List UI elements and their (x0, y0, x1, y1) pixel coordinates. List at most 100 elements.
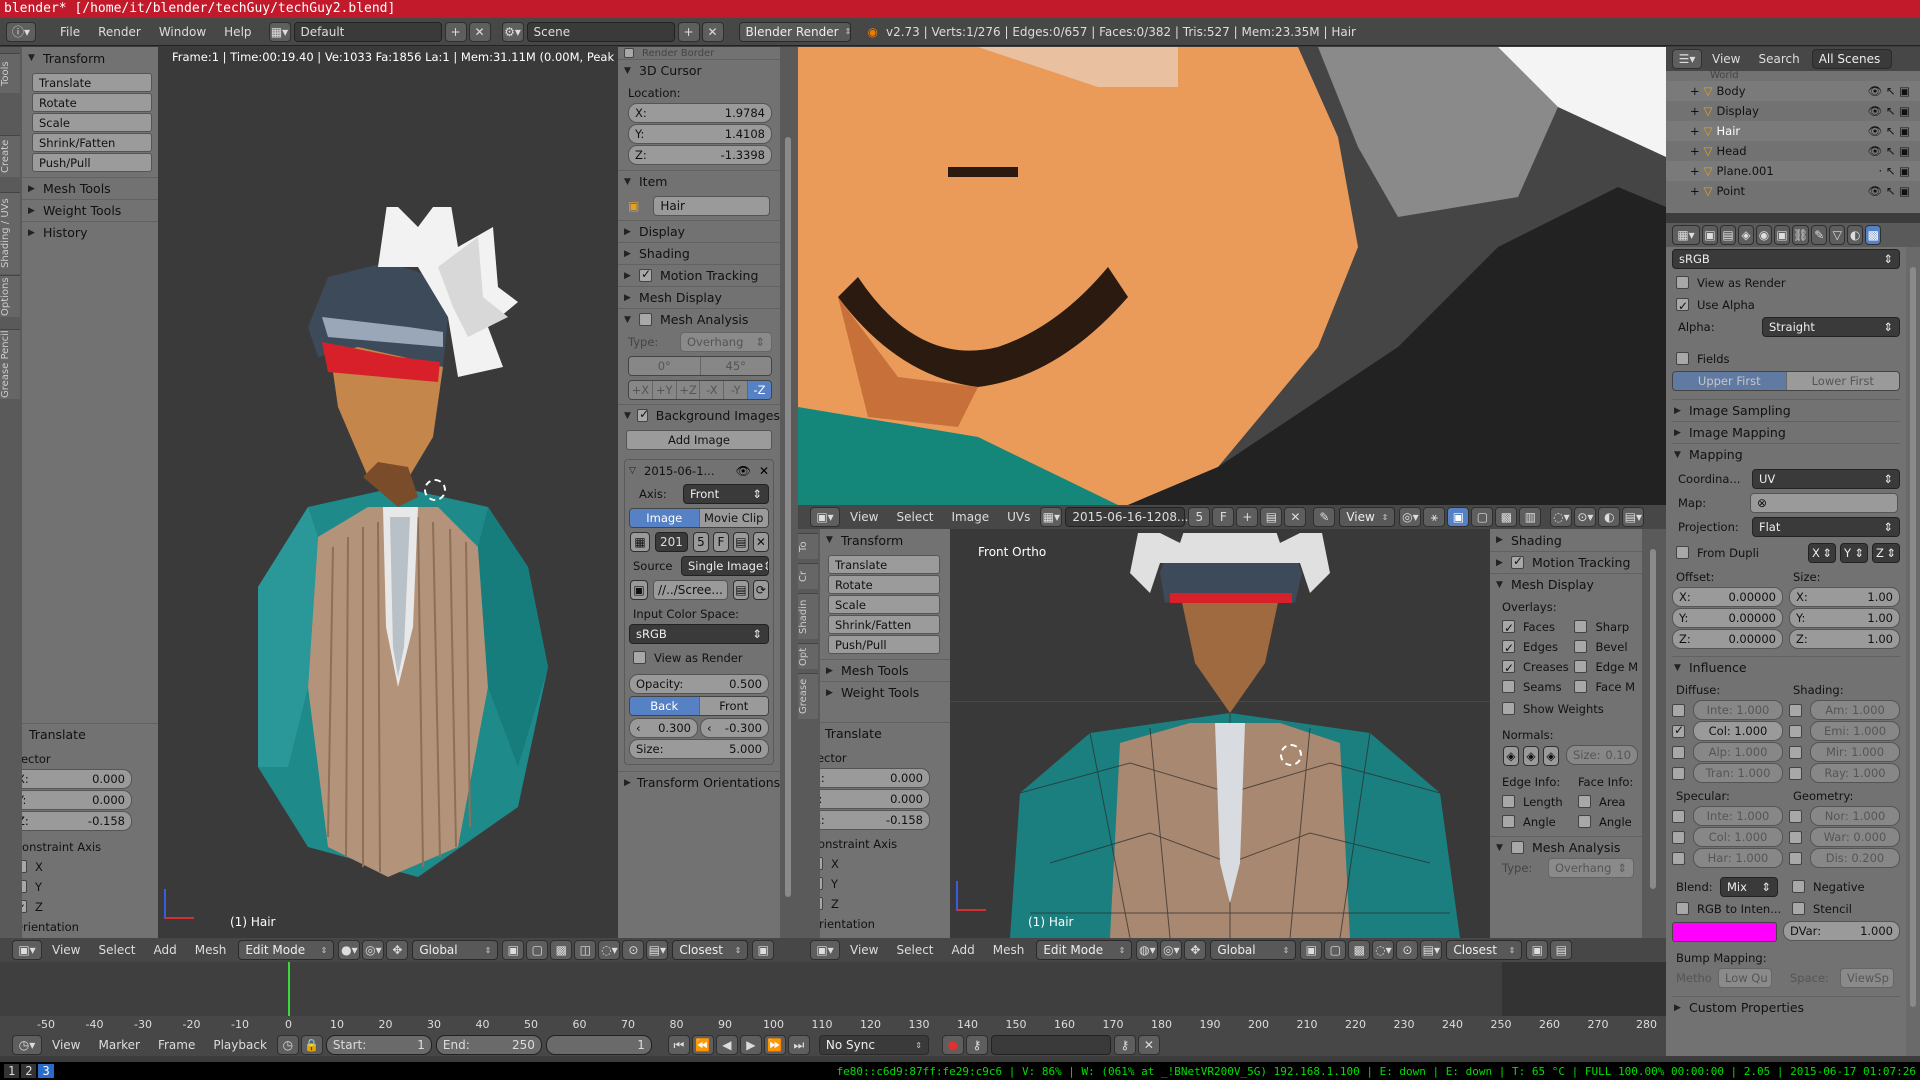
timeline[interactable]: -50 -40 -30 -20 -10 0 10 20 30 40 50 60 70 80 90 100 110… (0, 962, 1666, 1034)
ambient-field[interactable]: Am: 1.000 (1810, 700, 1900, 720)
texture-tab-icon[interactable]: ▩ (1865, 225, 1882, 245)
influence-header[interactable]: ▼ Influence (1672, 656, 1900, 678)
tab-shading-2[interactable]: Shadin (798, 593, 818, 639)
display-header[interactable]: ▶ Display (618, 220, 780, 242)
face-select-icon[interactable]: ▩ (1495, 507, 1518, 527)
tab-options[interactable]: Options (0, 275, 20, 317)
menu-view[interactable]: View (43, 1038, 89, 1052)
render-tab-icon[interactable]: ▣ (1702, 225, 1718, 245)
image-path-field[interactable]: //../Scree... (653, 580, 728, 600)
fields-check[interactable]: Fields (1672, 349, 1900, 369)
sharp-check[interactable]: Sharp (1574, 617, 1638, 637)
shading-header-2[interactable]: ▶ Shading (1490, 529, 1642, 551)
viewport-3d-right[interactable]: Front Ortho (1) Hair (950, 529, 1490, 938)
map-y-select[interactable]: Y ⇕ (1840, 543, 1868, 563)
image-browse-icon[interactable]: ▦ (630, 532, 650, 552)
uv-sync-icon[interactable]: ⚹ (1423, 507, 1446, 527)
area-check[interactable]: Area (1578, 792, 1633, 812)
snap-icon[interactable]: ⊙ (1396, 940, 1419, 960)
workspace-2[interactable]: 2 (21, 1064, 37, 1078)
menu-add[interactable]: Add (943, 943, 984, 957)
menu-file[interactable]: File (51, 25, 89, 39)
editor-type-icon[interactable]: ☰▾ (1672, 49, 1702, 69)
jump-start-icon[interactable]: ⏮ (667, 1035, 690, 1055)
properties-scrollbar[interactable] (1906, 247, 1920, 1056)
keying-set-field[interactable] (990, 1035, 1111, 1055)
menu-frame[interactable]: Frame (149, 1038, 204, 1052)
offset-y-field[interactable]: Y: 0.00000 (1672, 608, 1783, 628)
menu-search[interactable]: Search (1749, 52, 1808, 66)
cursor-z-field[interactable]: Z: -1.3398 (628, 145, 772, 165)
preview-range-icon[interactable]: ◷ (276, 1035, 299, 1055)
fake-user-button[interactable]: F (712, 532, 729, 552)
item-header[interactable]: ▼ Item (618, 170, 780, 192)
editor-type-icon[interactable]: ◷▾ (12, 1035, 42, 1055)
vector-y-field[interactable]: Y:0.000 (22, 790, 132, 810)
bg-size-field[interactable]: Size: 5.000 (629, 739, 769, 759)
outliner-item-point[interactable]: + ▽ Point 👁 ↖ ▣ (1666, 181, 1920, 201)
transform-orientations-header[interactable]: ▶ Transform Orientations (618, 771, 780, 793)
start-frame-field[interactable]: Start: 1 (325, 1035, 432, 1055)
menu-view[interactable]: View (841, 510, 887, 524)
tab-create-2[interactable]: Cr (798, 563, 818, 589)
tab-grease-2[interactable]: Grease (798, 673, 818, 719)
normal-field[interactable]: Nor: 1.000 (1810, 806, 1900, 826)
back-front-toggle[interactable]: Back Front (629, 696, 769, 716)
tab-tools[interactable]: Tools (0, 53, 20, 93)
image-sampling-header[interactable]: ▶ Image Sampling (1672, 399, 1900, 421)
angle-range[interactable]: 0° 45° (628, 356, 772, 376)
specular-color-field[interactable]: Col: 1.000 (1693, 827, 1783, 847)
fake-user-button[interactable]: F (1212, 507, 1235, 527)
custom-properties-header[interactable]: ▶ Custom Properties (1672, 996, 1900, 1018)
occlude-icon[interactable]: ◫ (574, 940, 597, 960)
ray-mirror-field[interactable]: Ray: 1.000 (1810, 763, 1900, 783)
constraints-tab-icon[interactable]: ⛓ (1792, 225, 1810, 245)
length-check[interactable]: Length (1502, 792, 1578, 812)
bevel-check[interactable]: Bevel (1574, 637, 1638, 657)
object-tab-icon[interactable]: ▣ (1774, 225, 1790, 245)
mirror-field[interactable]: Mir: 1.000 (1810, 742, 1900, 762)
translate-op-header-2[interactable]: ▼Translate (820, 722, 950, 744)
manipulator-icon[interactable]: ✥ (1184, 940, 1207, 960)
vertex-normals-icon[interactable]: ◈ (1503, 745, 1519, 766)
color-space-select[interactable]: sRGB ⇕ (1672, 249, 1900, 269)
add-layout-button[interactable]: + (444, 21, 467, 42)
pivot-icon[interactable]: ◎▾ (362, 940, 385, 960)
history-header[interactable]: ▶ History (22, 221, 158, 243)
3d-cursor-icon[interactable] (424, 479, 446, 501)
open-image-icon[interactable]: ▤ (1260, 507, 1283, 527)
prev-key-icon[interactable]: ⏪ (691, 1035, 714, 1055)
projection-select[interactable]: Flat ⇕ (1752, 517, 1900, 537)
vertex-select-icon[interactable]: ▣ (502, 940, 525, 960)
vertex-select-icon[interactable]: ▣ (1447, 507, 1470, 527)
menu-image[interactable]: Image (943, 510, 999, 524)
render-border-row[interactable]: Render Border (618, 47, 780, 59)
push-pull-button[interactable]: Push/Pull (32, 153, 152, 172)
3d-cursor-icon-2[interactable] (1280, 744, 1302, 766)
map-z-select[interactable]: Z ⇕ (1872, 543, 1900, 563)
workspace-1[interactable]: 1 (4, 1064, 20, 1078)
shrink-fatten-button[interactable]: Shrink/Fatten (32, 133, 152, 152)
axis-buttons[interactable]: +X +Y +Z -X -Y -Z (628, 380, 772, 400)
world-tab-icon[interactable]: ◉ (1756, 225, 1772, 245)
snap-icon[interactable]: ⊙▾ (1574, 507, 1597, 527)
workspace-3[interactable]: 3 (38, 1064, 54, 1078)
eye-icon[interactable]: 👁 (736, 464, 751, 478)
coordinates-select[interactable]: UV ⇕ (1752, 469, 1900, 489)
mesh-analysis-header[interactable]: ▼ Mesh Analysis (618, 308, 780, 330)
hardness-field[interactable]: Har: 1.000 (1693, 848, 1783, 868)
render-icon[interactable]: ▣ (1526, 940, 1549, 960)
n-panel-scrollbar[interactable] (780, 47, 798, 938)
analysis-type-select[interactable]: Overhang ⇕ (680, 332, 772, 352)
dvar-field[interactable]: DVar: 1.000 (1783, 921, 1900, 941)
seams-check[interactable]: Seams (1502, 677, 1574, 697)
faces-check[interactable]: Faces (1502, 617, 1574, 638)
transform-header-2[interactable]: ▼ Transform (820, 529, 950, 551)
viewport-shading-icon[interactable]: ●▾ (338, 940, 361, 960)
weight-tools-header[interactable]: ▶ Weight Tools (22, 199, 158, 221)
blend-select[interactable]: Mix ⇕ (1720, 877, 1778, 897)
image-users-field[interactable]: 5 (692, 532, 709, 552)
modifiers-tab-icon[interactable]: ✎ (1811, 225, 1828, 245)
menu-select[interactable]: Select (887, 510, 942, 524)
next-key-icon[interactable]: ⏩ (763, 1035, 786, 1055)
